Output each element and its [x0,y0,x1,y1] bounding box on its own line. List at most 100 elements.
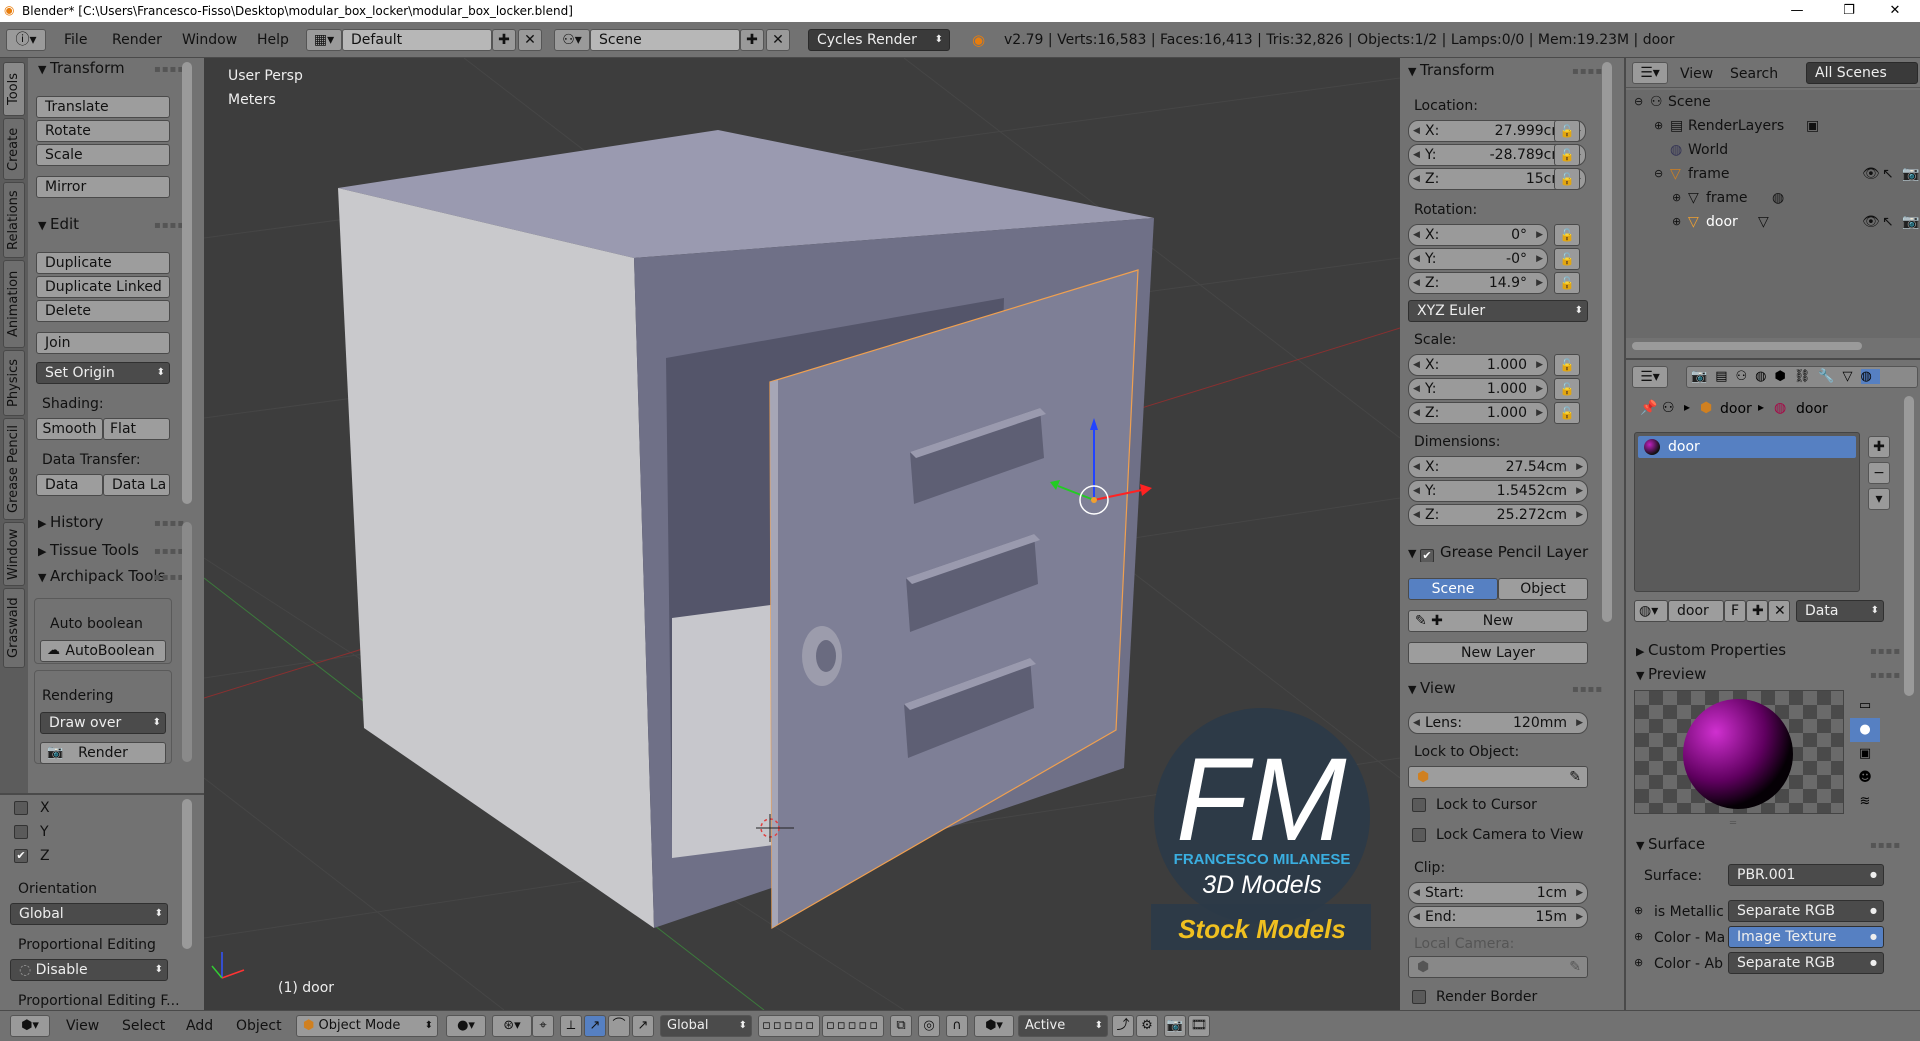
scale-x-field[interactable]: ◀ X: 1.000 ▶ [1408,354,1548,376]
render-opengl-icon[interactable]: 📷 [1164,1015,1186,1037]
visibility-eye-icon[interactable]: 👁 [1862,164,1880,184]
increment-arrow-icon[interactable]: ▶ [1536,225,1543,245]
resize-grip-icon[interactable]: ═ [1730,818,1736,829]
tab-graswald[interactable]: Graswald [3,588,25,668]
slot-specials-icon[interactable]: ▾ [1868,488,1890,510]
rotate-manipulator-icon[interactable]: ↗ [584,1015,606,1037]
decrement-arrow-icon[interactable]: ◀ [1413,145,1420,165]
tab-grease-pencil[interactable]: Grease Pencil [3,418,25,520]
set-origin-dropdown[interactable]: Set Origin ⬍ [36,362,170,384]
orientation-dropdown[interactable]: Global ⬍ [10,903,168,925]
axis-x-checkbox[interactable] [14,801,28,815]
menu-window[interactable]: Window [182,30,237,50]
join-button[interactable]: Join [36,332,170,354]
panel-grip-icon[interactable]: ▪▪▪▪ [154,220,185,231]
increment-arrow-icon[interactable]: ▶ [1576,883,1583,903]
collapse-icon[interactable]: ⊖ [1634,92,1643,112]
data-tab-icon[interactable]: ▽ [1843,369,1861,384]
rotation-y-field[interactable]: ◀ Y: -0° ▶ [1408,248,1548,270]
outliner-item-frame-mesh[interactable]: frame [1706,188,1748,208]
outliner-editor-type-icon[interactable]: ☰▾ [1632,62,1668,84]
scale-manipulator-icon[interactable]: ↗ [632,1015,654,1037]
properties-editor-type-icon[interactable]: ☰▾ [1632,366,1668,388]
decrement-arrow-icon[interactable]: ◀ [1413,225,1420,245]
decrement-arrow-icon[interactable]: ◀ [1413,249,1420,269]
lock-icon[interactable]: 🔓 [1554,272,1580,294]
lock-icon[interactable]: 🔓 [1554,224,1580,246]
increment-arrow-icon[interactable]: ▶ [1536,379,1543,399]
proportional-editing-dropdown[interactable]: ◌ Disable ⬍ [10,959,168,981]
decrement-arrow-icon[interactable]: ◀ [1413,481,1420,501]
tab-create[interactable]: Create [3,118,25,180]
duplicate-linked-button[interactable]: Duplicate Linked [36,276,170,298]
viewport-editor-type-icon[interactable]: ⬢▾ [10,1015,50,1037]
increment-arrow-icon[interactable]: ▶ [1576,457,1583,477]
lock-object-field[interactable]: ⬢ ✎ [1408,766,1588,788]
preview-monkey-icon[interactable]: ☻ [1850,766,1880,790]
toolshelf-scrollbar[interactable] [182,62,192,504]
new-material-icon[interactable]: ✚ [1746,600,1768,622]
eyedropper-icon[interactable]: ✎ [1569,767,1581,787]
panel-grip-icon[interactable]: ▪▪▪▪ [154,518,185,529]
interaction-mode-dropdown[interactable]: ⬢ Object Mode ⬍ [296,1015,438,1037]
render-camera-icon[interactable]: 📷 [1902,212,1919,232]
panel-grip-icon[interactable]: ▪▪▪▪ [154,546,185,557]
increment-arrow-icon[interactable]: ▶ [1536,355,1543,375]
is-metallic-dropdown[interactable]: Separate RGB ● [1728,900,1884,922]
edit-panel-header[interactable]: ▼ Edit [38,214,79,234]
decrement-arrow-icon[interactable]: ◀ [1413,883,1420,903]
preview-plane-icon[interactable]: ▭ [1850,694,1880,718]
maximize-button[interactable]: ❐ [1826,0,1872,22]
scene-field[interactable]: Scene [590,29,740,51]
dimension-x-field[interactable]: ◀ X: 27.54cm ▶ [1408,456,1588,478]
menu-view[interactable]: View [66,1018,99,1034]
expand-icon[interactable]: ⊕ [1634,904,1643,917]
menu-file[interactable]: File [64,30,87,50]
transform-orientation-dropdown[interactable]: Global ⬍ [660,1015,752,1037]
outliner-display-mode-dropdown[interactable]: All Scenes [1806,62,1918,84]
tab-tools[interactable]: Tools [3,62,25,116]
expand-icon[interactable]: ⊕ [1654,116,1663,136]
rotation-mode-dropdown[interactable]: XYZ Euler ⬍ [1408,300,1588,322]
outliner-item-world[interactable]: World [1688,140,1728,160]
axis-z-checkbox[interactable]: ✔ [14,849,28,863]
sidebar-scrollbar[interactable] [1602,62,1612,622]
surface-header[interactable]: ▼ Surface [1636,834,1705,854]
lens-field[interactable]: ◀ Lens: 120mm ▶ [1408,712,1588,734]
menu-select[interactable]: Select [122,1018,165,1034]
snap-align-icon[interactable]: ⤴ [1112,1015,1134,1037]
menu-object[interactable]: Object [236,1018,282,1034]
increment-arrow-icon[interactable]: ▶ [1536,273,1543,293]
lock-icon[interactable]: 🔓 [1554,402,1580,424]
lock-layers-icon[interactable]: ⧉ [890,1015,912,1037]
translate-button[interactable]: Translate [36,96,170,118]
render-tab-icon[interactable]: 📷 [1691,369,1715,384]
outliner-item-scene[interactable]: Scene [1668,92,1711,112]
minimize-button[interactable]: — [1774,0,1820,22]
outliner-item-renderlayers[interactable]: RenderLayers [1688,116,1784,136]
grease-pencil-layer-header[interactable]: ▼ ✔ Grease Pencil Layer [1408,542,1594,562]
dimension-z-field[interactable]: ◀ Z: 25.272cm ▶ [1408,504,1588,526]
decrement-arrow-icon[interactable]: ◀ [1413,457,1420,477]
add-scene-icon[interactable]: ✚ [740,29,764,51]
rotate-button[interactable]: Rotate [36,120,170,142]
view-panel-header[interactable]: ▼ View [1408,678,1456,698]
expand-icon[interactable]: ⊕ [1672,212,1681,232]
increment-arrow-icon[interactable]: ▶ [1576,713,1583,733]
custom-properties-header[interactable]: ▶ Custom Properties [1636,640,1786,660]
history-panel-header[interactable]: ▶ History [38,512,103,532]
data-transfer-button[interactable]: Data [36,474,103,496]
panel-grip-icon[interactable]: ▪▪▪▪ [1870,646,1901,657]
screen-layout-field[interactable]: Default [342,29,492,51]
color-ma-dropdown[interactable]: Image Texture ● [1728,926,1884,948]
clip-start-field[interactable]: ◀ Start: 1cm ▶ [1408,882,1588,904]
visibility-eye-icon[interactable]: 👁 [1862,212,1880,232]
outliner-h-scrollbar[interactable] [1632,342,1862,350]
material-link-dropdown[interactable]: Data ⬍ [1796,600,1884,622]
decrement-arrow-icon[interactable]: ◀ [1413,121,1420,141]
archipack-panel-header[interactable]: ▼ Archipack Tools [38,566,170,586]
remove-scene-icon[interactable]: ✕ [766,29,790,51]
world-tab-icon[interactable]: ◍ [1755,369,1774,384]
lock-icon[interactable]: 🔓 [1554,144,1580,166]
rotation-x-field[interactable]: ◀ X: 0° ▶ [1408,224,1548,246]
